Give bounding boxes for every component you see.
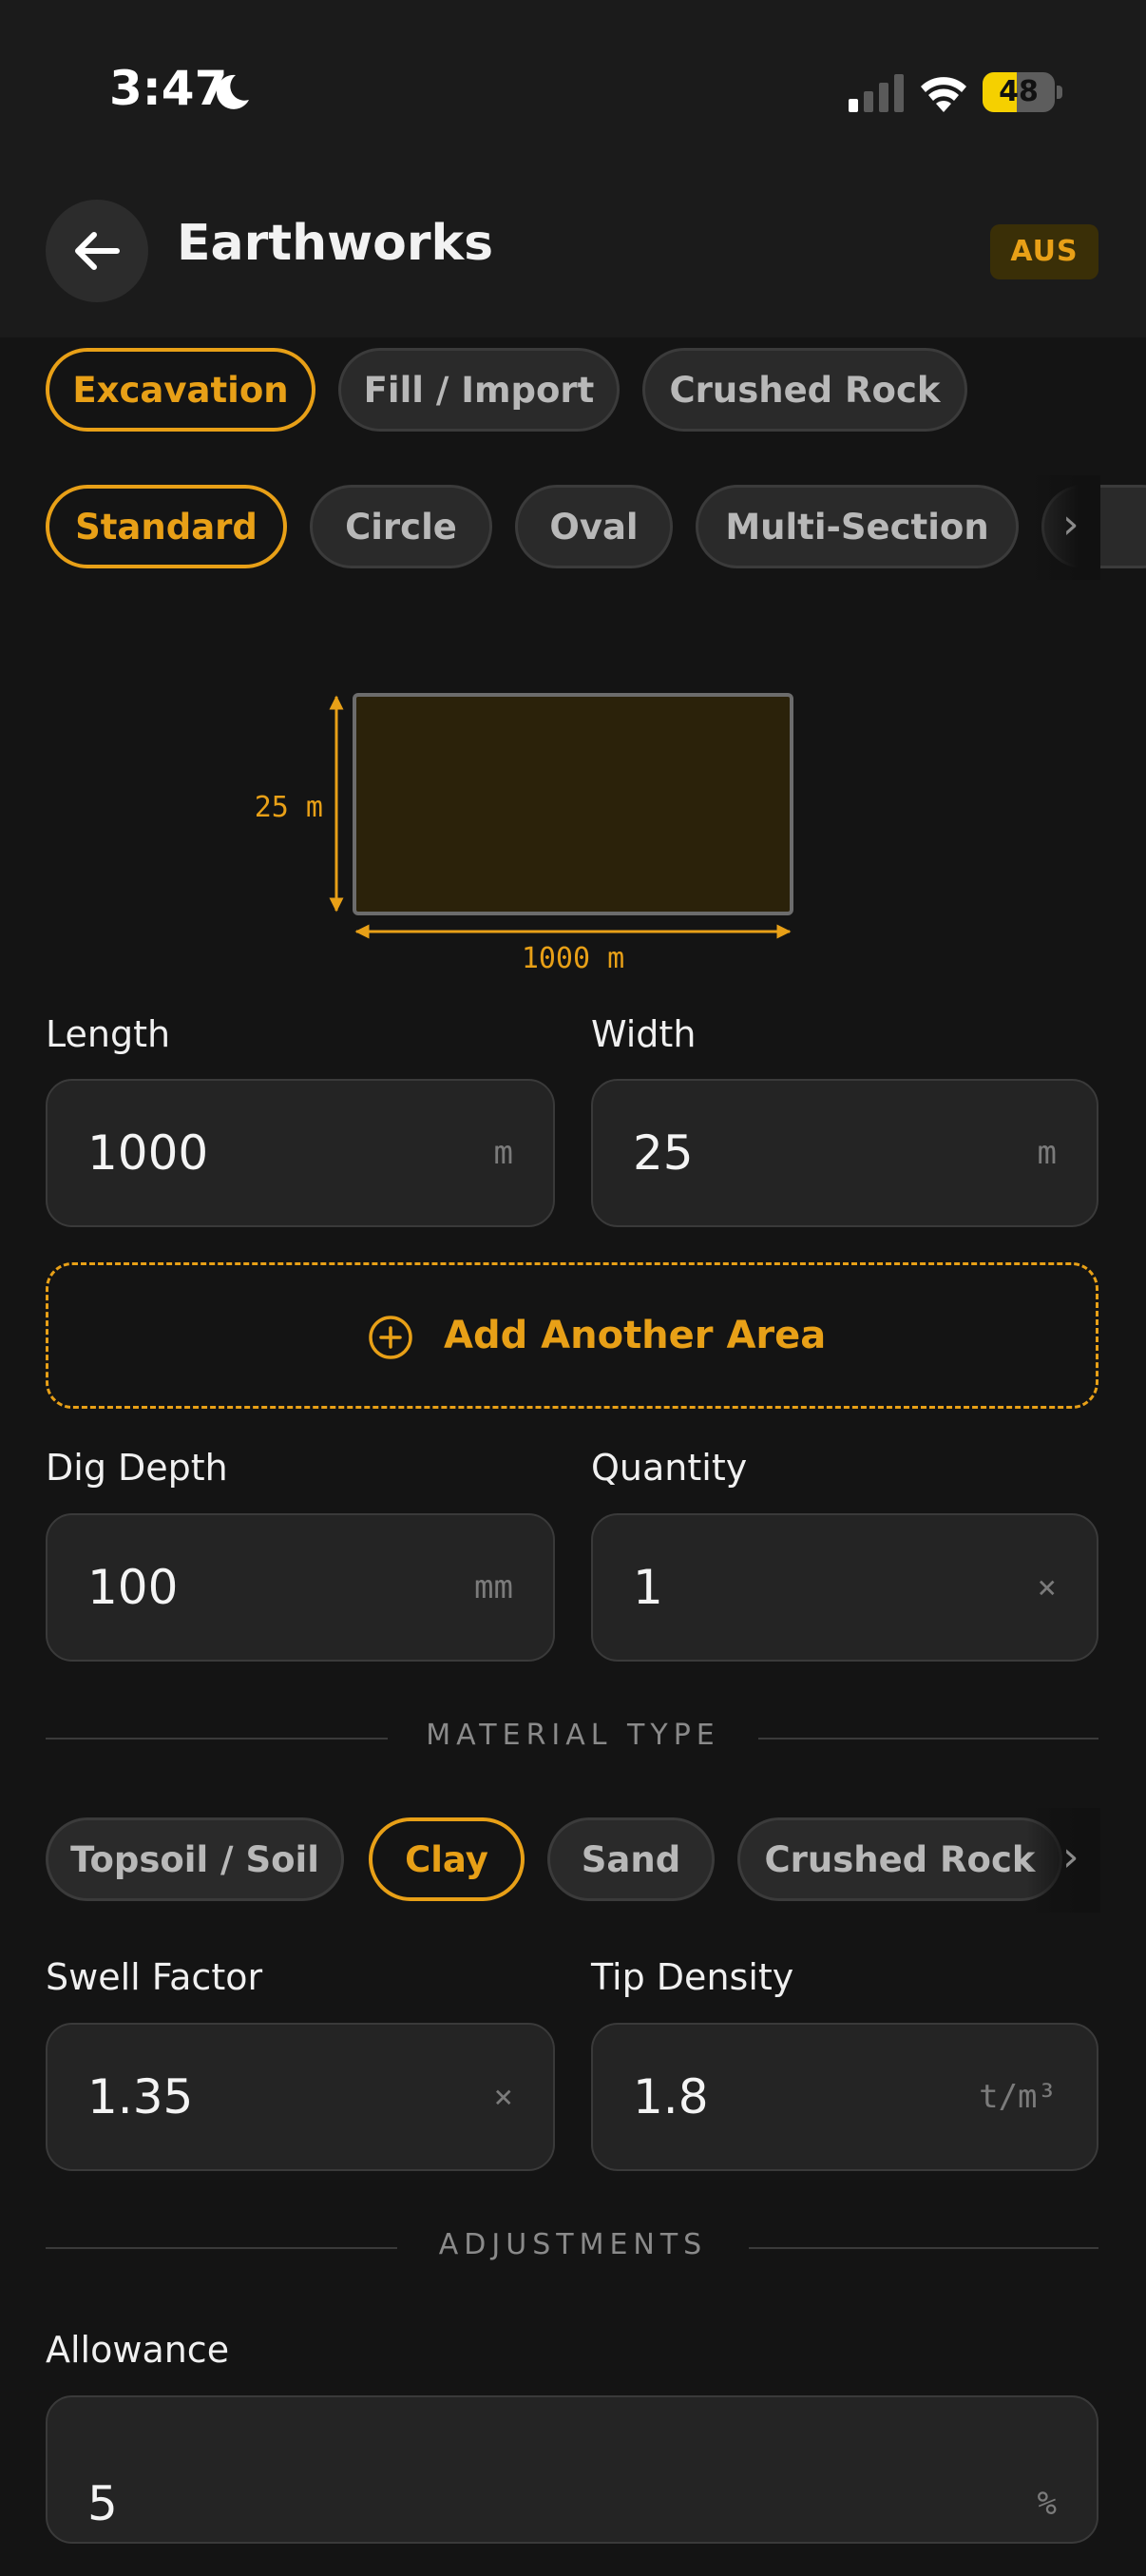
diagram-width-label: 25 m: [255, 791, 323, 824]
material-crushed-rock[interactable]: Crushed Rock: [737, 1817, 1062, 1901]
material-sand[interactable]: Sand: [547, 1817, 715, 1901]
width-label: Width: [591, 1013, 697, 1055]
divider: [749, 2247, 1098, 2249]
divider: [758, 1738, 1098, 1740]
wifi-icon: [921, 77, 966, 112]
tab-excavation[interactable]: Excavation: [46, 348, 315, 432]
plus-circle-icon: [369, 1316, 412, 1359]
add-another-area-button[interactable]: Add Another Area: [46, 1262, 1098, 1409]
dig-depth-unit: mm: [474, 1568, 513, 1606]
swell-factor-value: 1.35: [87, 2069, 194, 2124]
swell-factor-unit: ×: [493, 2078, 513, 2116]
length-value: 1000: [87, 1125, 209, 1181]
arrow-left-icon: [75, 232, 120, 270]
region-badge[interactable]: AUS: [990, 224, 1098, 279]
shape-multi-section[interactable]: Multi-Section: [696, 485, 1019, 568]
allowance-label: Allowance: [46, 2329, 230, 2371]
tab-fill-import[interactable]: Fill / Import: [338, 348, 620, 432]
battery-label: 48: [999, 75, 1039, 108]
shape-standard[interactable]: Standard: [46, 485, 287, 568]
width-value: 25: [633, 1125, 694, 1181]
dig-depth-label: Dig Depth: [46, 1447, 228, 1489]
allowance-unit: %: [1037, 2485, 1057, 2523]
tab-crushed-rock[interactable]: Crushed Rock: [642, 348, 967, 432]
quantity-label: Quantity: [591, 1447, 748, 1489]
shape-oval[interactable]: Oval: [515, 485, 673, 568]
battery-indicator: 48: [983, 72, 1062, 112]
length-label: Length: [46, 1013, 171, 1055]
allowance-field[interactable]: 5 %: [46, 2395, 1098, 2544]
width-field[interactable]: 25 m: [591, 1079, 1098, 1227]
swell-factor-field[interactable]: 1.35 ×: [46, 2023, 555, 2171]
tip-density-unit: t/m³: [979, 2078, 1057, 2116]
area-rectangle: [353, 693, 793, 915]
add-another-area-label: Add Another Area: [444, 1314, 827, 1357]
allowance-value: 5: [87, 2476, 118, 2531]
chevron-right-icon: ›: [1062, 1833, 1079, 1881]
chevron-right-icon: ›: [1062, 500, 1079, 548]
area-diagram: 25 m 1000 m: [255, 693, 793, 975]
shape-circle[interactable]: Circle: [310, 485, 492, 568]
swell-factor-label: Swell Factor: [46, 1956, 263, 1998]
scroll-more-materials[interactable]: ›: [1026, 1808, 1100, 1913]
dig-depth-value: 100: [87, 1560, 179, 1615]
material-clay[interactable]: Clay: [369, 1817, 525, 1901]
tip-density-value: 1.8: [633, 2069, 709, 2124]
length-unit: m: [493, 1134, 513, 1172]
quantity-value: 1: [633, 1560, 663, 1615]
scroll-more-shapes[interactable]: ›: [1026, 475, 1100, 580]
material-type-heading: MATERIAL TYPE: [426, 1719, 720, 1752]
dig-depth-field[interactable]: 100 mm: [46, 1513, 555, 1662]
quantity-unit: ×: [1037, 1568, 1057, 1606]
back-button[interactable]: [46, 200, 148, 302]
app-header: [0, 190, 1146, 337]
tip-density-field[interactable]: 1.8 t/m³: [591, 2023, 1098, 2171]
status-time: 3:47: [109, 61, 228, 116]
adjustments-heading: ADJUSTMENTS: [438, 2228, 708, 2261]
tip-density-label: Tip Density: [591, 1956, 794, 1998]
diagram-length-label: 1000 m: [522, 942, 624, 975]
length-field[interactable]: 1000 m: [46, 1079, 555, 1227]
moon-icon: [216, 74, 249, 109]
signal-icon: [849, 74, 904, 112]
width-unit: m: [1037, 1134, 1057, 1172]
page-title: Earthworks: [177, 215, 494, 272]
quantity-field[interactable]: 1 ×: [591, 1513, 1098, 1662]
material-topsoil-soil[interactable]: Topsoil / Soil: [46, 1817, 344, 1901]
